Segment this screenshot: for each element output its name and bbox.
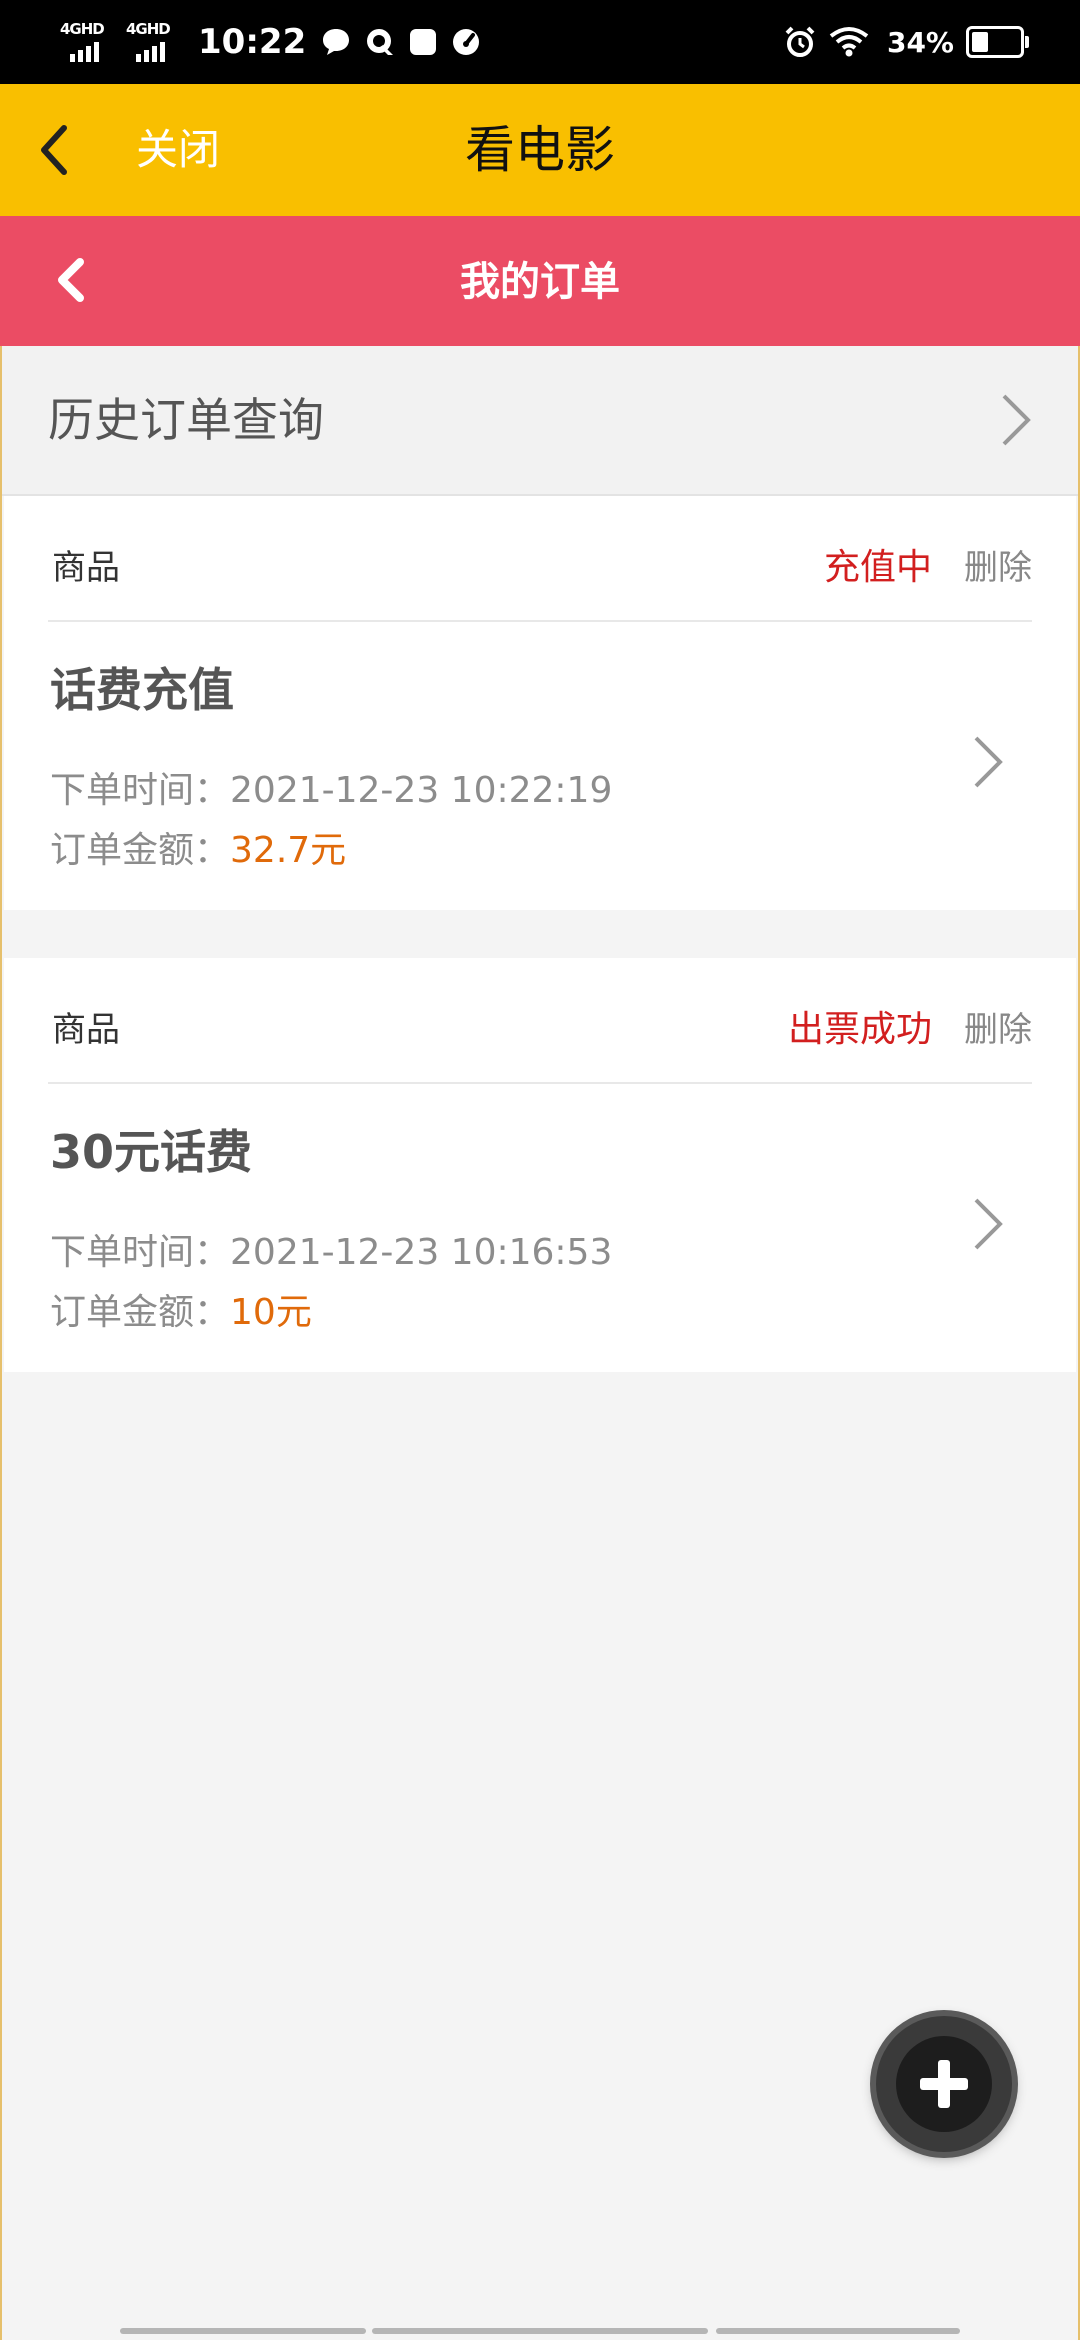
order-amount: 10元 bbox=[230, 1292, 312, 1333]
clock: 10:22 bbox=[198, 22, 307, 62]
speed-icon bbox=[453, 29, 480, 55]
order-time: 2021-12-23 10:16:53 bbox=[230, 1232, 613, 1273]
order-amount: 32.7元 bbox=[230, 830, 347, 871]
floating-add-button[interactable] bbox=[876, 2016, 1012, 2152]
history-orders-row[interactable]: 历史订单查询 bbox=[0, 346, 1080, 496]
chevron-right-icon bbox=[974, 1198, 1003, 1250]
order-kind: 商品 bbox=[52, 548, 120, 588]
order-amount-row: 订单金额：10元 bbox=[50, 1288, 312, 1338]
order-time-row: 下单时间：2021-12-23 10:22:19 bbox=[50, 766, 612, 816]
history-orders-label: 历史订单查询 bbox=[48, 393, 324, 447]
order-time-label: 下单时间： bbox=[50, 1232, 231, 1273]
order-card-header: 商品 出票成功 删除 bbox=[48, 958, 1032, 1084]
alarm-icon bbox=[785, 26, 815, 57]
order-time-row: 下单时间：2021-12-23 10:16:53 bbox=[50, 1228, 612, 1278]
order-card[interactable]: 商品 出票成功 删除 30元话费 下单时间：2021-12-23 10:16:5… bbox=[4, 958, 1076, 1372]
message-icon bbox=[323, 29, 350, 55]
order-status: 出票成功 bbox=[787, 1009, 932, 1050]
page-title: 我的订单 bbox=[460, 259, 620, 305]
wifi-icon bbox=[829, 27, 869, 57]
chevron-right-icon bbox=[974, 736, 1003, 788]
delete-button[interactable]: 删除 bbox=[964, 546, 1032, 590]
order-time-label: 下单时间： bbox=[50, 770, 231, 811]
q-icon bbox=[367, 29, 394, 55]
cell-signal-icon: 4GHD bbox=[126, 20, 180, 64]
order-time: 2021-12-23 10:22:19 bbox=[230, 770, 613, 811]
order-card[interactable]: 商品 充值中 删除 话费充值 下单时间：2021-12-23 10:22:19 … bbox=[4, 496, 1076, 910]
app-bar: 关闭 看电影 bbox=[0, 84, 1080, 216]
battery-icon bbox=[966, 26, 1029, 58]
signal-type-1: 4GHD bbox=[60, 20, 105, 38]
order-status: 充值中 bbox=[823, 547, 932, 588]
delete-button[interactable]: 删除 bbox=[964, 1008, 1032, 1052]
order-kind: 商品 bbox=[52, 1010, 120, 1050]
order-item-name: 话费充值 bbox=[50, 663, 234, 717]
order-amount-label: 订单金额： bbox=[50, 830, 231, 871]
order-item-name: 30元话费 bbox=[50, 1125, 253, 1179]
gesture-bar bbox=[372, 2328, 708, 2334]
app-square-icon bbox=[410, 29, 437, 55]
order-amount-row: 订单金额：32.7元 bbox=[50, 826, 346, 876]
app-title: 看电影 bbox=[465, 121, 615, 179]
signal-type-2: 4GHD bbox=[126, 20, 171, 38]
battery-percent: 34% bbox=[886, 25, 954, 59]
cell-signal-icon: 4GHD bbox=[60, 20, 114, 64]
gesture-bar bbox=[120, 2328, 366, 2334]
order-card-header: 商品 充值中 删除 bbox=[48, 496, 1032, 622]
plus-icon bbox=[920, 2060, 968, 2108]
order-amount-label: 订单金额： bbox=[50, 1292, 231, 1333]
chevron-right-icon bbox=[1002, 394, 1031, 446]
gesture-bar bbox=[716, 2328, 960, 2334]
page-header: 我的订单 bbox=[0, 216, 1080, 346]
status-bar: 4GHD 4GHD 10:22 34% bbox=[0, 0, 1080, 84]
